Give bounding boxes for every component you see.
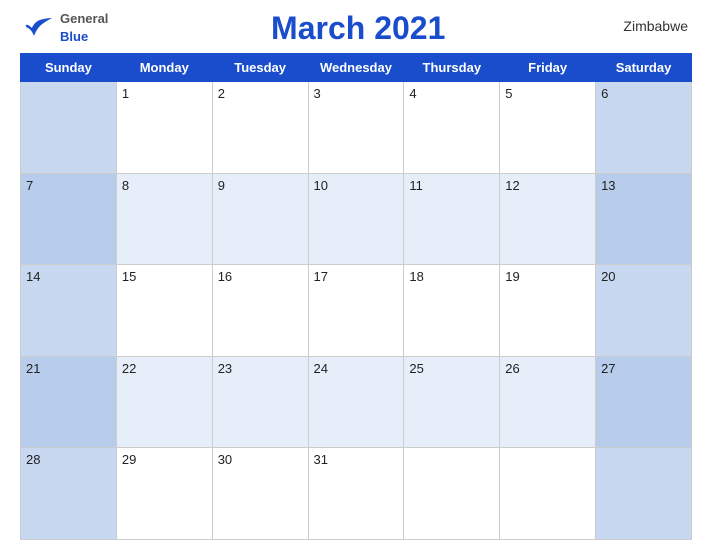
calendar-week-row: 14 15 16 17 18 19 20 — [21, 265, 692, 357]
day-number: 26 — [505, 361, 519, 376]
calendar-cell: 8 — [116, 173, 212, 265]
calendar-week-row: 1 2 3 4 5 6 — [21, 82, 692, 174]
calendar-cell: 11 — [404, 173, 500, 265]
calendar-cell: 1 — [116, 82, 212, 174]
calendar-cell: 3 — [308, 82, 404, 174]
day-number: 9 — [218, 178, 225, 193]
day-number: 13 — [601, 178, 615, 193]
calendar-cell: 15 — [116, 265, 212, 357]
calendar-cell — [596, 448, 692, 540]
calendar-cell: 22 — [116, 356, 212, 448]
days-header-row: SundayMondayTuesdayWednesdayThursdayFrid… — [21, 54, 692, 82]
day-number: 23 — [218, 361, 232, 376]
logo-general-text: General — [60, 11, 108, 26]
calendar-cell: 9 — [212, 173, 308, 265]
calendar-cell: 29 — [116, 448, 212, 540]
day-number: 11 — [409, 178, 423, 193]
calendar-cell: 24 — [308, 356, 404, 448]
month-title: March 2021 — [108, 10, 608, 47]
day-number: 4 — [409, 86, 416, 101]
calendar-cell: 31 — [308, 448, 404, 540]
day-number: 12 — [505, 178, 519, 193]
calendar-cell: 26 — [500, 356, 596, 448]
day-number: 25 — [409, 361, 423, 376]
day-number: 24 — [314, 361, 328, 376]
day-number: 18 — [409, 269, 423, 284]
calendar-cell: 28 — [21, 448, 117, 540]
calendar-cell: 14 — [21, 265, 117, 357]
calendar-cell: 4 — [404, 82, 500, 174]
day-number: 5 — [505, 86, 512, 101]
calendar-week-row: 21 22 23 24 25 26 27 — [21, 356, 692, 448]
country-label: Zimbabwe — [608, 10, 688, 34]
day-number: 16 — [218, 269, 232, 284]
logo: General Blue — [24, 10, 108, 46]
day-number: 15 — [122, 269, 136, 284]
calendar-cell: 25 — [404, 356, 500, 448]
calendar-cell: 6 — [596, 82, 692, 174]
calendar-cell: 13 — [596, 173, 692, 265]
header-thursday: Thursday — [404, 54, 500, 82]
day-number: 31 — [314, 452, 328, 467]
logo-blue-text: Blue — [60, 29, 88, 44]
calendar-table: SundayMondayTuesdayWednesdayThursdayFrid… — [20, 53, 692, 540]
header-saturday: Saturday — [596, 54, 692, 82]
calendar-cell: 12 — [500, 173, 596, 265]
header-friday: Friday — [500, 54, 596, 82]
calendar-cell: 27 — [596, 356, 692, 448]
calendar-cell — [21, 82, 117, 174]
day-number: 17 — [314, 269, 328, 284]
day-number: 7 — [26, 178, 33, 193]
calendar-cell — [404, 448, 500, 540]
day-number: 22 — [122, 361, 136, 376]
day-number: 10 — [314, 178, 328, 193]
day-number: 27 — [601, 361, 615, 376]
calendar-cell: 18 — [404, 265, 500, 357]
calendar-cell: 7 — [21, 173, 117, 265]
day-number: 29 — [122, 452, 136, 467]
calendar-week-row: 28 29 30 31 — [21, 448, 692, 540]
calendar-cell: 21 — [21, 356, 117, 448]
calendar-cell: 5 — [500, 82, 596, 174]
calendar-cell: 2 — [212, 82, 308, 174]
day-number: 19 — [505, 269, 519, 284]
day-number: 3 — [314, 86, 321, 101]
calendar-week-row: 7 8 9 10 11 12 13 — [21, 173, 692, 265]
day-number: 21 — [26, 361, 40, 376]
calendar-cell: 30 — [212, 448, 308, 540]
header-sunday: Sunday — [21, 54, 117, 82]
calendar-cell: 16 — [212, 265, 308, 357]
calendar-cell — [500, 448, 596, 540]
calendar-header: General Blue March 2021 Zimbabwe — [20, 10, 692, 47]
calendar-cell: 17 — [308, 265, 404, 357]
calendar-cell: 19 — [500, 265, 596, 357]
logo-bird-icon — [24, 16, 56, 40]
calendar-cell: 10 — [308, 173, 404, 265]
day-number: 8 — [122, 178, 129, 193]
day-number: 20 — [601, 269, 615, 284]
day-number: 1 — [122, 86, 129, 101]
day-number: 2 — [218, 86, 225, 101]
calendar-cell: 23 — [212, 356, 308, 448]
day-number: 28 — [26, 452, 40, 467]
header-wednesday: Wednesday — [308, 54, 404, 82]
header-monday: Monday — [116, 54, 212, 82]
calendar-cell: 20 — [596, 265, 692, 357]
day-number: 14 — [26, 269, 40, 284]
header-tuesday: Tuesday — [212, 54, 308, 82]
day-number: 30 — [218, 452, 232, 467]
day-number: 6 — [601, 86, 608, 101]
